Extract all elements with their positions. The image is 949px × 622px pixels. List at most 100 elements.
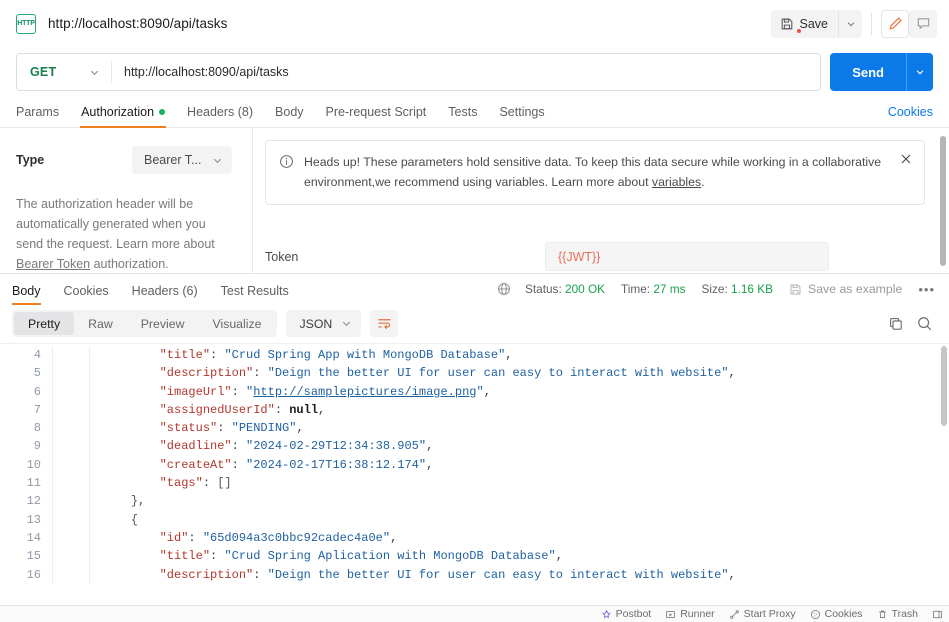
auth-description-suffix: authorization. — [90, 257, 169, 271]
cookies-button[interactable]: Cookies — [810, 608, 863, 620]
tab-label: Tests — [448, 105, 477, 119]
chevron-down-icon — [89, 67, 100, 78]
time-label: Time: — [621, 282, 650, 296]
trash-icon — [877, 609, 888, 620]
cookies-label: Cookies — [825, 608, 863, 620]
header-divider — [871, 13, 872, 35]
response-tab-headers[interactable]: Headers (6) — [132, 284, 198, 305]
view-preview[interactable]: Preview — [127, 312, 199, 335]
unsaved-indicator-dot — [797, 29, 801, 33]
postman-window: HTTP http://localhost:8090/api/tasks Sav… — [0, 0, 949, 622]
code-line: "createAt": "2024-02-17T16:38:12.174", — [102, 456, 949, 474]
line-number: 16 — [0, 566, 41, 584]
response-body-viewer[interactable]: 45678910111213141516 "title": "Crud Spri… — [0, 343, 949, 605]
tab-pre-request-script[interactable]: Pre-request Script — [326, 105, 427, 127]
auth-type-panel: Type Bearer T... The authorization heade… — [0, 128, 253, 273]
tab-label: Headers (8) — [187, 105, 253, 119]
runner-label: Runner — [680, 608, 714, 620]
http-method-select[interactable]: GET — [17, 54, 111, 90]
auth-type-label: Type — [16, 153, 44, 167]
postbot-button[interactable]: Postbot — [601, 608, 652, 620]
line-number: 4 — [0, 346, 41, 364]
response-tab-cookies[interactable]: Cookies — [64, 284, 109, 305]
line-number: 9 — [0, 437, 41, 455]
line-number-gutter: 45678910111213141516 — [0, 346, 52, 584]
save-options-button[interactable] — [838, 10, 862, 38]
view-pretty[interactable]: Pretty — [14, 312, 74, 335]
save-label: Save — [800, 17, 829, 31]
code-line: "tags": [] — [102, 474, 949, 492]
trash-button[interactable]: Trash — [877, 608, 918, 620]
tab-settings[interactable]: Settings — [499, 105, 544, 127]
banner-text-end: . — [701, 175, 704, 189]
http-method-value: GET — [30, 65, 56, 79]
copy-icon[interactable] — [888, 316, 904, 332]
chevron-down-icon — [212, 155, 223, 166]
code-line: "imageUrl": "http://samplepictures/image… — [102, 383, 949, 401]
info-circle-icon — [279, 154, 294, 192]
token-row: Token {{JWT}} — [265, 242, 925, 271]
save-button[interactable]: Save — [771, 10, 839, 38]
auth-configured-dot — [159, 109, 165, 115]
send-button[interactable]: Send — [830, 53, 906, 91]
comments-button[interactable] — [909, 10, 937, 38]
runner-button[interactable]: Runner — [665, 608, 714, 620]
code-line: "id": "65d094a3c0bbc92cadec4a0e", — [102, 529, 949, 547]
auth-description: The authorization header will be automat… — [16, 194, 232, 273]
line-number: 12 — [0, 492, 41, 510]
size-text: Size: 1.16 KB — [702, 282, 774, 296]
token-input[interactable]: {{JWT}} — [545, 242, 829, 271]
toggle-panel-button[interactable] — [932, 609, 943, 620]
response-view-actions — [888, 315, 937, 332]
response-tab-body[interactable]: Body — [12, 284, 41, 305]
tab-authorization[interactable]: Authorization — [81, 105, 165, 127]
tab-body[interactable]: Body — [275, 105, 304, 127]
edit-button[interactable] — [881, 10, 909, 38]
url-input[interactable] — [112, 65, 820, 79]
code-line: "title": "Crud Spring Aplication with Mo… — [102, 547, 949, 565]
variables-link[interactable]: variables — [652, 175, 701, 189]
send-group: Send — [830, 53, 933, 91]
save-as-example-button[interactable]: Save as example — [789, 282, 902, 296]
response-body-scrollbar[interactable] — [941, 346, 947, 426]
tab-headers[interactable]: Headers (8) — [187, 105, 253, 127]
response-view-bar: Pretty Raw Preview Visualize JSON — [0, 304, 949, 343]
status-label: Status: — [525, 282, 562, 296]
tab-tests[interactable]: Tests — [448, 105, 477, 127]
floppy-disk-icon — [789, 283, 802, 296]
close-icon[interactable] — [898, 151, 914, 167]
auth-type-value: Bearer T... — [144, 153, 201, 167]
start-proxy-button[interactable]: Start Proxy — [729, 608, 796, 620]
tab-label: Body — [275, 105, 304, 119]
cookies-link[interactable]: Cookies — [888, 105, 933, 127]
line-number: 15 — [0, 547, 41, 565]
chevron-down-icon — [341, 318, 352, 329]
status-value: 200 OK — [565, 282, 605, 296]
view-visualize[interactable]: Visualize — [198, 312, 275, 335]
code-fold-column[interactable] — [52, 346, 90, 584]
pencil-icon — [888, 16, 903, 31]
url-input-group: GET — [16, 53, 821, 91]
word-wrap-toggle[interactable] — [370, 310, 398, 337]
view-raw[interactable]: Raw — [74, 312, 127, 335]
size-value: 1.16 KB — [731, 282, 773, 296]
bearer-token-link[interactable]: Bearer Token — [16, 257, 90, 271]
cookie-icon — [810, 609, 821, 620]
word-wrap-icon — [377, 316, 392, 331]
search-icon[interactable] — [916, 315, 933, 332]
tab-params[interactable]: Params — [16, 105, 59, 127]
ellipsis-icon[interactable]: ••• — [916, 282, 937, 297]
auth-pane-scrollbar[interactable] — [940, 136, 946, 266]
token-label: Token — [265, 250, 545, 264]
send-options-button[interactable] — [906, 53, 933, 91]
auth-type-select[interactable]: Bearer T... — [132, 146, 232, 174]
response-format-select[interactable]: JSON — [286, 310, 361, 337]
proxy-icon — [729, 609, 740, 620]
panel-icon — [932, 609, 943, 620]
line-number: 5 — [0, 364, 41, 382]
line-number: 13 — [0, 511, 41, 529]
start-proxy-label: Start Proxy — [744, 608, 796, 620]
tab-label: Authorization — [81, 105, 154, 119]
play-icon — [665, 609, 676, 620]
response-tab-test-results[interactable]: Test Results — [221, 284, 289, 305]
